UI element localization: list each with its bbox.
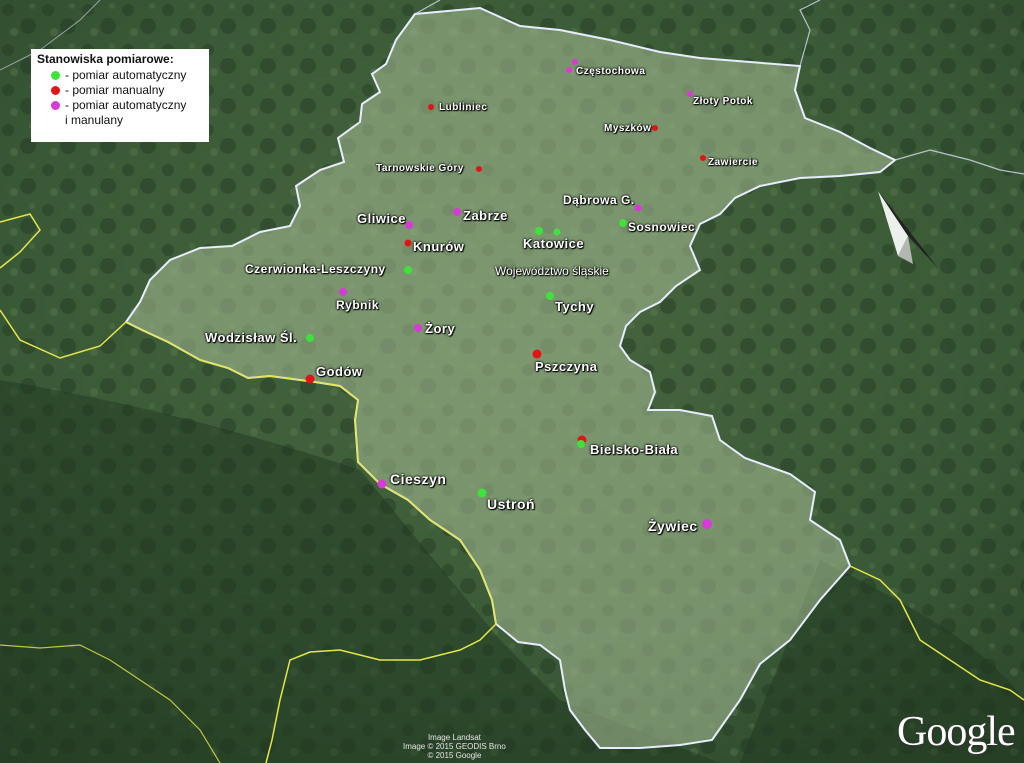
station-marker-manual[interactable] <box>476 166 482 172</box>
green-dot-icon <box>51 71 60 80</box>
station-label: Pszczyna <box>535 359 598 374</box>
station-marker-auto[interactable] <box>577 440 585 448</box>
station-label: Zawiercie <box>708 157 759 168</box>
station-label: Myszków <box>604 123 652 134</box>
station-label: Tychy <box>555 299 595 314</box>
station-label: Gliwice <box>357 211 407 226</box>
legend-item-manual: - pomiar manualny <box>37 83 203 98</box>
legend-item-both: - pomiar automatyczny i manulany <box>37 98 203 128</box>
station-label: Zabrze <box>463 208 508 223</box>
station-marker-auto[interactable] <box>306 334 314 342</box>
google-logo: Google <box>897 709 1016 755</box>
station-label: Dąbrowa G. <box>563 193 635 207</box>
legend-item-auto: - pomiar automatyczny <box>37 68 203 83</box>
station-marker-auto[interactable] <box>404 266 412 274</box>
station-label: Częstochowa <box>576 66 646 77</box>
station-marker-auto[interactable] <box>546 292 554 300</box>
station-label: Tarnowskie Góry <box>376 163 464 174</box>
legend-item-label: - pomiar manualny <box>65 83 165 97</box>
station-marker-manual[interactable] <box>652 125 658 131</box>
region-label: Województwo śląskie <box>495 264 609 278</box>
imagery-credits: Image Landsat Image © 2015 GEODIS Brno ©… <box>403 733 506 760</box>
station-marker-both[interactable] <box>453 208 461 216</box>
station-marker-manual[interactable] <box>305 374 315 384</box>
station-marker-auto[interactable] <box>477 488 487 498</box>
legend-title: Stanowiska pomiarowe: <box>37 52 174 66</box>
credit-line: Image © 2015 GEODIS Brno <box>403 742 506 751</box>
station-label: Cieszyn <box>390 471 447 487</box>
station-label: Godów <box>316 364 363 379</box>
station-marker-both[interactable] <box>405 221 413 229</box>
station-label: Złoty Potok <box>693 96 753 107</box>
station-label: Bielsko-Biała <box>590 442 679 457</box>
station-marker-both[interactable] <box>339 288 347 296</box>
satellite-map[interactable]: Stanowiska pomiarowe: - pomiar automatyc… <box>0 0 1024 763</box>
station-marker-both[interactable] <box>377 479 387 489</box>
station-marker-auto[interactable] <box>553 228 561 236</box>
credit-line: Image Landsat <box>427 733 481 742</box>
station-label: Katowice <box>523 236 585 251</box>
north-arrow-icon <box>878 191 938 268</box>
station-label: Czerwionka-Leszczyny <box>245 262 386 276</box>
station-marker-manual[interactable] <box>404 239 412 247</box>
station-label: Rybnik <box>336 298 380 312</box>
credit-line: © 2015 Google <box>427 751 482 760</box>
station-label: Żory <box>425 321 456 336</box>
legend-item-label: - pomiar automatyczny i manulany <box>65 98 187 127</box>
station-label: Sosnowiec <box>628 220 696 234</box>
station-label: Lubliniec <box>439 102 488 113</box>
station-marker-auto[interactable] <box>619 219 627 227</box>
station-marker-both[interactable] <box>634 204 642 212</box>
station-marker-both[interactable] <box>414 324 422 332</box>
station-marker-both[interactable] <box>572 59 578 65</box>
map-legend: Stanowiska pomiarowe: - pomiar automatyc… <box>31 49 209 142</box>
station-label: Knurów <box>413 239 465 254</box>
station-marker-manual[interactable] <box>428 104 434 110</box>
station-marker-manual[interactable] <box>700 155 706 161</box>
magenta-dot-icon <box>51 101 60 110</box>
station-label: Ustroń <box>487 496 536 512</box>
legend-item-label: - pomiar automatyczny <box>65 68 187 82</box>
station-marker-both[interactable] <box>566 67 572 73</box>
station-marker-both[interactable] <box>702 519 712 529</box>
station-label: Żywiec <box>648 518 698 534</box>
station-marker-manual[interactable] <box>532 349 542 359</box>
station-label: Wodzisław Śl. <box>205 330 298 345</box>
red-dot-icon <box>51 86 60 95</box>
station-marker-auto[interactable] <box>535 227 543 235</box>
